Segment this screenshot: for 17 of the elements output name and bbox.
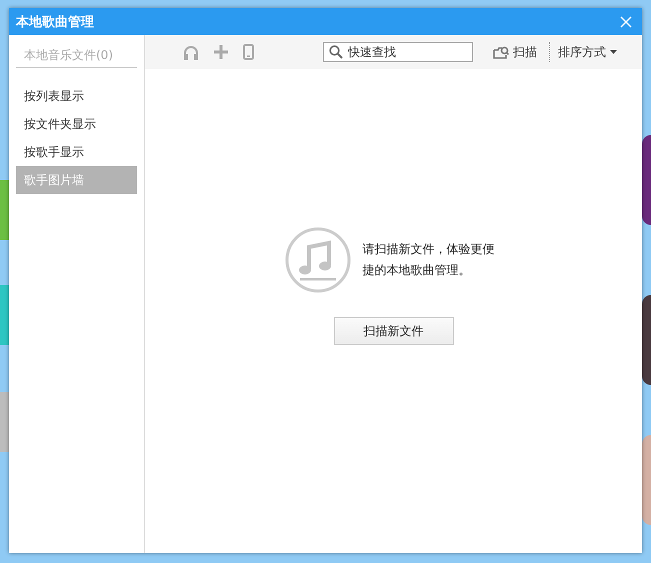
- headphones-icon[interactable]: [183, 44, 199, 60]
- scan-files-button[interactable]: 扫描新文件: [334, 317, 454, 345]
- add-icon[interactable]: [214, 45, 228, 59]
- sidebar-header: 本地音乐文件(0): [16, 35, 137, 68]
- scan-icon: [493, 46, 509, 58]
- sidebar-item[interactable]: 按歌手显示: [16, 138, 137, 166]
- search-field[interactable]: 快速查找: [323, 42, 473, 62]
- sidebar-item[interactable]: 按列表显示: [16, 82, 137, 110]
- scan-button[interactable]: 扫描: [487, 44, 543, 60]
- sort-dropdown[interactable]: 排序方式: [552, 44, 623, 60]
- phone-icon[interactable]: [243, 44, 254, 60]
- sidebar-item[interactable]: 按文件夹显示: [16, 110, 137, 138]
- caret-icon: [610, 50, 617, 54]
- close-icon[interactable]: [620, 16, 632, 28]
- window-title: 本地歌曲管理: [16, 14, 94, 30]
- empty-message: 请扫描新文件，体验更便捷的本地歌曲管理。: [362, 241, 496, 279]
- music-note-icon: [284, 227, 350, 293]
